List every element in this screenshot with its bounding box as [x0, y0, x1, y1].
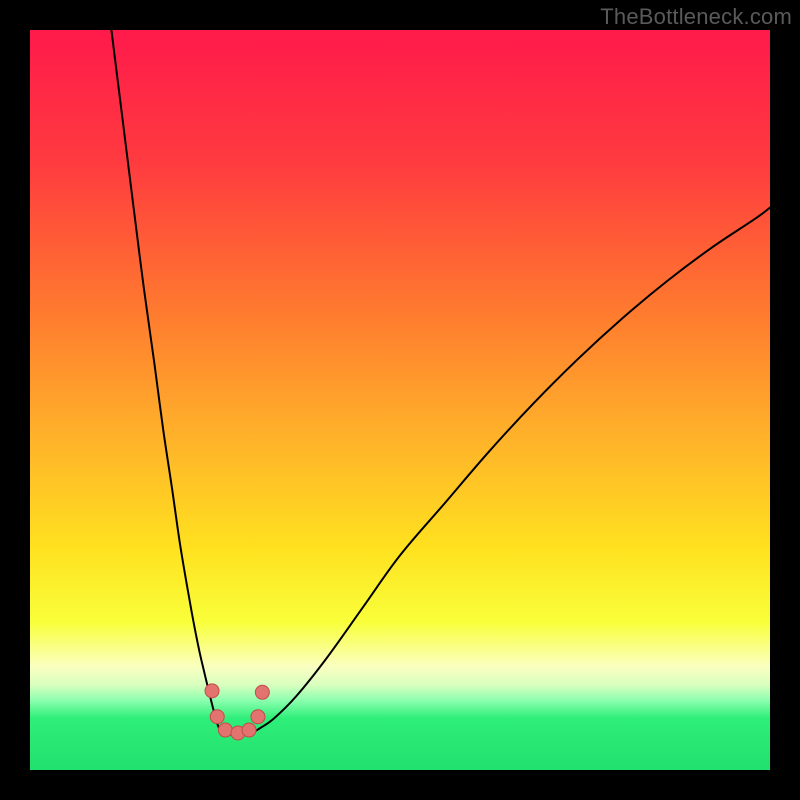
plot-area: [30, 30, 770, 770]
valley-marker-0: [205, 684, 219, 698]
valley-marker-5: [251, 710, 265, 724]
gradient-background: [30, 30, 770, 770]
valley-marker-1: [210, 710, 224, 724]
bottleneck-chart: [30, 30, 770, 770]
valley-marker-2: [218, 723, 232, 737]
valley-marker-6: [255, 685, 269, 699]
chart-frame: TheBottleneck.com: [0, 0, 800, 800]
valley-marker-4: [242, 723, 256, 737]
watermark-text: TheBottleneck.com: [600, 4, 792, 30]
